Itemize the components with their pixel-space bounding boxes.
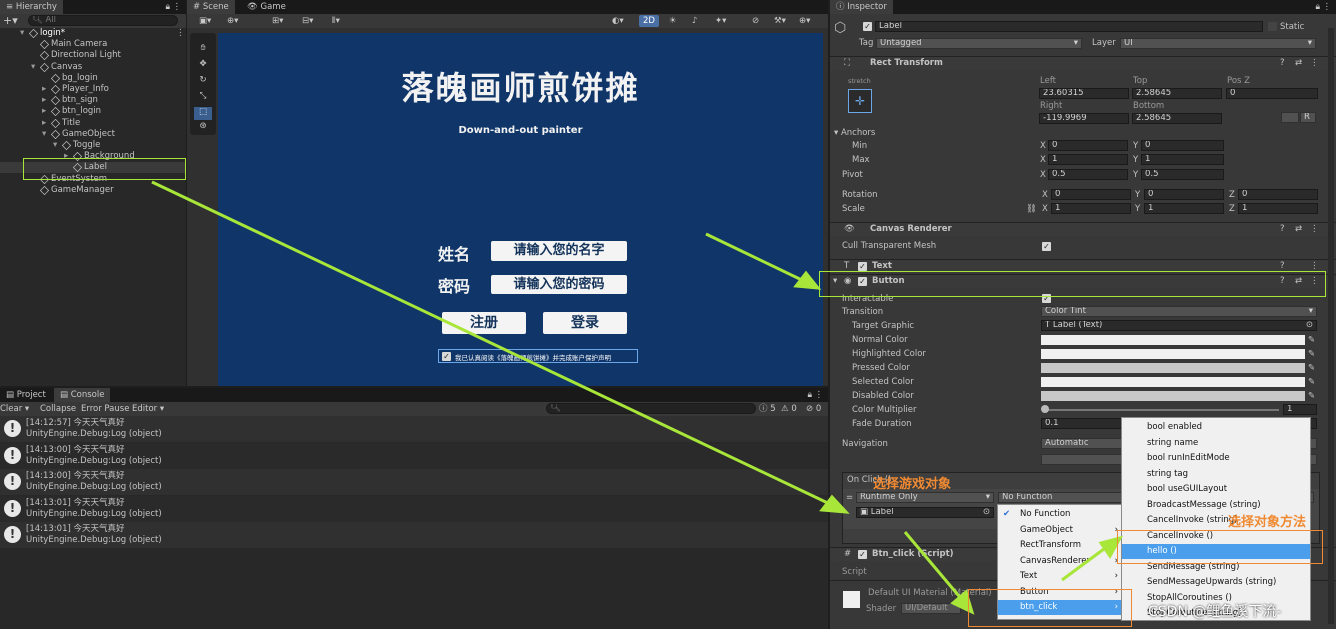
arrow-to-btn-click bbox=[903, 531, 975, 615]
arrow-to-hello bbox=[1061, 535, 1124, 582]
watermark: CSDN @鲤鱼溪下流- bbox=[1148, 604, 1282, 620]
arrow-label-to-target bbox=[151, 180, 850, 514]
highlight-label-row bbox=[23, 158, 186, 180]
highlight-btn-click-item bbox=[968, 589, 1132, 627]
highlight-hello-method bbox=[1117, 530, 1323, 564]
annotation-select-object: 选择游戏对象 bbox=[873, 477, 952, 492]
annotation-select-method: 选择对象方法 bbox=[1228, 515, 1307, 530]
highlight-button-component bbox=[819, 271, 1326, 297]
arrow-to-button-component bbox=[705, 232, 822, 290]
